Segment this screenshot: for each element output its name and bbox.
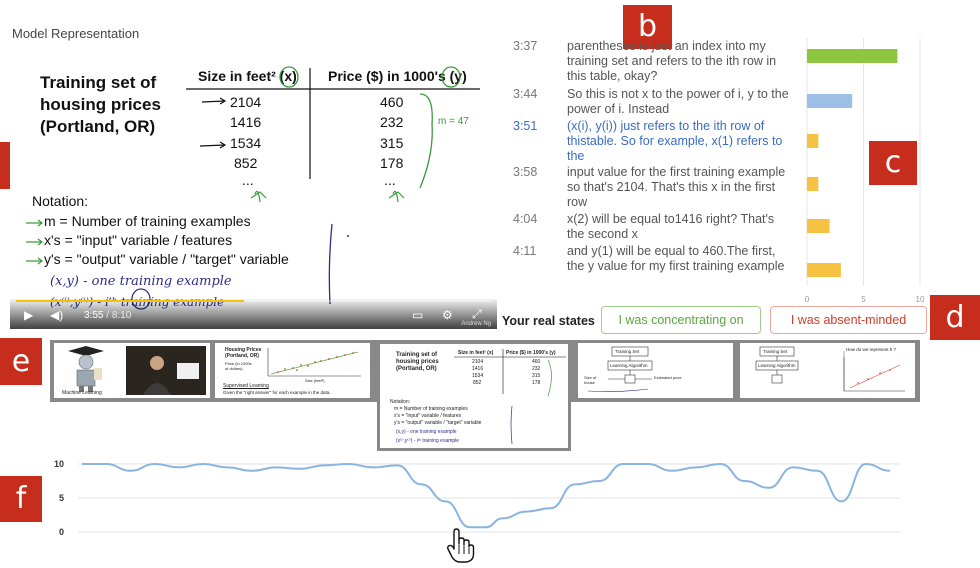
thumbnail[interactable]: Machine Learning bbox=[54, 343, 210, 398]
current-time: 3:55 bbox=[84, 310, 104, 321]
thumbnail-notation: y's = "output" variable / "target" varia… bbox=[394, 420, 482, 426]
tick-label: 5 bbox=[59, 493, 64, 503]
thumbnail-box-label: Training Set bbox=[763, 349, 788, 354]
thumbnail-cell: 232 bbox=[532, 366, 541, 372]
thumbnail-note: Supervised Learning bbox=[223, 383, 269, 389]
tick-label: 10 bbox=[916, 295, 925, 304]
thumbnail-notation: Notation: bbox=[390, 399, 411, 405]
transcript-time[interactable]: 4:04 bbox=[513, 212, 537, 226]
attention-bar bbox=[807, 49, 898, 63]
video-progress-fill bbox=[16, 300, 244, 302]
attention-bar bbox=[807, 219, 830, 233]
thumbnail-box-label: Learning Algorithm bbox=[610, 363, 648, 368]
thumbnail-cell: 315 bbox=[532, 373, 541, 379]
notation-line: y's = "output" variable / "target" varia… bbox=[44, 251, 289, 267]
hand-cursor-icon bbox=[447, 528, 475, 563]
transcript-time[interactable]: 4:11 bbox=[513, 244, 536, 258]
thumbnail-xlabel: Size (feet²) bbox=[305, 378, 325, 383]
thumbnail-notation: x's = "input" variable / features bbox=[394, 413, 462, 419]
transcript-line[interactable]: (x(i), y(i)) just refers to the ith row … bbox=[567, 119, 792, 164]
tick-label: 0 bbox=[805, 295, 810, 304]
thumbnail-question: How do we represent h ? bbox=[846, 347, 897, 352]
tick-label: 10 bbox=[54, 459, 64, 469]
thumbnail[interactable]: Training Set Learning Algorithm How do w… bbox=[740, 343, 915, 398]
attention-bar bbox=[807, 263, 841, 277]
notation-heading: Notation: bbox=[32, 193, 89, 209]
section-badge-e: e bbox=[0, 338, 42, 385]
notation-line: x's = "input" variable / features bbox=[44, 232, 233, 248]
thumbnail-handwriting: (x⁽ⁱ⁾,y⁽ⁱ⁾) - iᵗʰ training example bbox=[396, 438, 460, 444]
transcript-line[interactable]: x(2) will be equal to1416 right? That's … bbox=[567, 212, 792, 242]
attention-bar bbox=[807, 177, 819, 191]
thumbnail-cell: 852 bbox=[473, 380, 482, 386]
handwritten-note: (x,y) - one training example bbox=[50, 274, 232, 289]
slide-size-cell: 1534 bbox=[230, 135, 262, 151]
slide-price-cell: ... bbox=[384, 172, 396, 188]
gear-icon[interactable]: ⚙ bbox=[442, 308, 453, 322]
transcript-attention-chart: 0 5 10 bbox=[805, 38, 925, 304]
absent-minded-button[interactable]: I was absent-minded bbox=[770, 306, 927, 334]
thumbnail[interactable]: Housing Prices (Portland, OR) Price (in … bbox=[215, 343, 370, 398]
thumbnail[interactable]: Training Set Learning Algorithm Size of … bbox=[578, 343, 733, 398]
play-icon[interactable]: ▶ bbox=[24, 308, 33, 322]
section-badge-d: d bbox=[930, 295, 980, 340]
transcript-time[interactable]: 3:58 bbox=[513, 165, 537, 179]
thumbnail-cell: 2104 bbox=[472, 359, 484, 365]
thumbnail-note: Given the "right answer" for each exampl… bbox=[223, 390, 331, 395]
handwritten-m-note: m = 47 bbox=[438, 116, 469, 127]
thumbnail-box-label: Learning Algorithm bbox=[758, 363, 796, 368]
transcript-line[interactable]: So this is not x to the power of i, y to… bbox=[567, 87, 792, 117]
transcript-line[interactable]: and y(1) will be equal to 460.The first,… bbox=[567, 244, 792, 274]
attention-line bbox=[82, 462, 891, 529]
video-progress-bar[interactable] bbox=[16, 300, 491, 302]
presenter-label: Andrew Ng bbox=[461, 321, 491, 327]
slide-size-cell: 2104 bbox=[230, 94, 262, 110]
attention-bar bbox=[807, 94, 853, 108]
captions-icon[interactable]: ▭ bbox=[412, 308, 423, 322]
fullscreen-icon[interactable]: ⤢ bbox=[472, 307, 482, 322]
slide-size-cell: ... bbox=[242, 172, 254, 188]
notation-line: m = Number of training examples bbox=[44, 213, 251, 229]
thumbnail-current[interactable]: Training set of housing prices (Portland… bbox=[377, 341, 571, 451]
slide-price-cell: 460 bbox=[380, 94, 404, 110]
transcript-time[interactable]: 3:51 bbox=[513, 119, 537, 133]
states-label: Your real states bbox=[502, 314, 595, 328]
video-control-bar: ▶ ◀) 3:55 / 8:10 ▭ ⚙ ⤢ Andrew Ng bbox=[10, 299, 497, 329]
thumbnail-input-label: Size of house bbox=[584, 375, 597, 385]
thumbnail-caption: Machine Learning bbox=[62, 390, 102, 396]
thumbnail-handwriting: (x,y) - one training example bbox=[396, 429, 457, 435]
thumbnail-cell: 460 bbox=[532, 359, 541, 365]
duration: 8:10 bbox=[111, 310, 132, 321]
tick-label: 5 bbox=[861, 295, 866, 304]
slide-size-cell: 852 bbox=[234, 155, 258, 171]
transcript-line[interactable]: input value for the first training examp… bbox=[567, 165, 792, 210]
thumbnail-cell: 1534 bbox=[472, 373, 484, 379]
transcript-line[interactable]: parentheses is just an index into my tra… bbox=[567, 39, 792, 84]
thumbnail-cell: 1416 bbox=[472, 366, 484, 372]
tick-label: 0 bbox=[59, 527, 64, 537]
attention-bar bbox=[807, 134, 819, 148]
transcript-time[interactable]: 3:44 bbox=[513, 87, 537, 101]
thumbnail-notation: m = Number of training examples bbox=[394, 406, 468, 412]
thumbnail-cell: 178 bbox=[532, 380, 541, 386]
thumbnail-title: Housing Prices (Portland, OR) bbox=[225, 347, 262, 359]
thumbnail-box-label: Training Set bbox=[615, 349, 640, 354]
slide-price-cell: 232 bbox=[380, 114, 404, 130]
thumbnail-ylabel: Price (in 1000s of dollars) bbox=[225, 361, 252, 371]
slide-price-cell: 178 bbox=[380, 155, 404, 171]
thumbnail-output-label: Estimated price bbox=[654, 375, 682, 380]
attention-line-chart: 0 5 10 bbox=[54, 459, 900, 537]
transcript-time[interactable]: 3:37 bbox=[513, 39, 537, 53]
video-title: Model Representation bbox=[12, 26, 140, 41]
concentrating-button[interactable]: I was concentrating on bbox=[601, 306, 761, 334]
slide-price-cell: 315 bbox=[380, 135, 404, 151]
video-player[interactable]: Training set of housing prices (Portland… bbox=[10, 54, 497, 329]
time-readout: 3:55 / 8:10 bbox=[84, 310, 132, 321]
volume-icon[interactable]: ◀) bbox=[50, 308, 63, 322]
thumbnail-diagram bbox=[587, 346, 653, 392]
thumbnail-scatter-plot bbox=[267, 348, 361, 377]
slide-size-cell: 1416 bbox=[230, 114, 262, 130]
